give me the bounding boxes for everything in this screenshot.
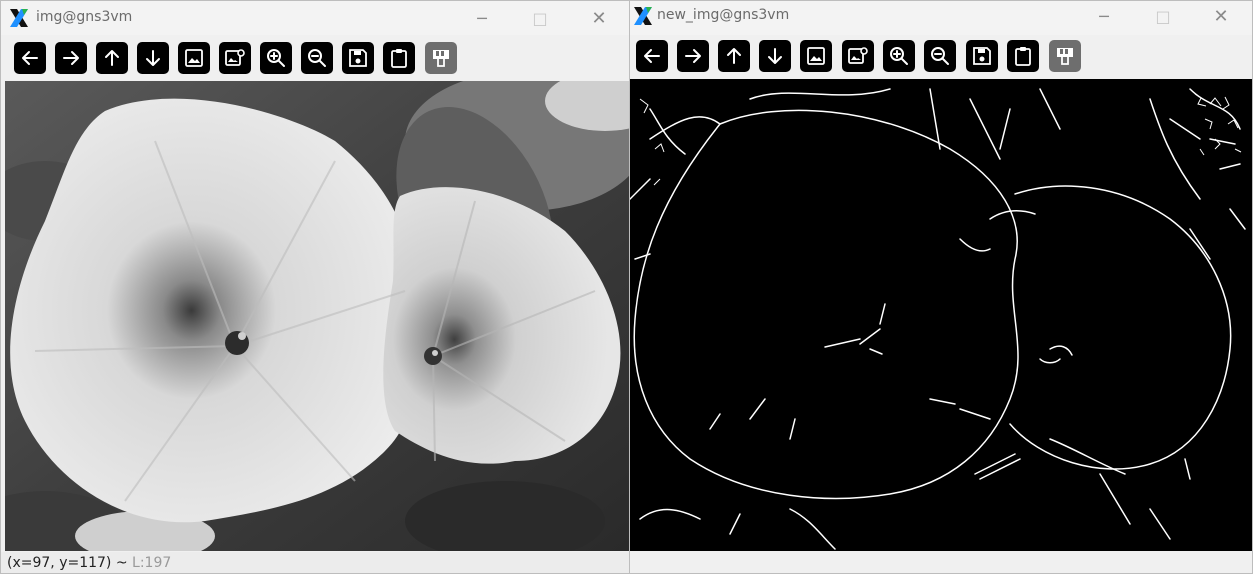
copy-clipboard-button[interactable] (1007, 40, 1039, 72)
canny-edge-image (630, 79, 1252, 551)
image-settings-icon (225, 49, 245, 66)
zoom-out-button[interactable] (924, 40, 956, 72)
arrow-up-icon (105, 50, 119, 66)
pan-right-button[interactable] (677, 40, 709, 72)
zoom-in-button[interactable] (883, 40, 915, 72)
status-bar (630, 551, 1252, 573)
arrow-right-icon (685, 49, 701, 63)
image-icon (185, 49, 203, 67)
arrow-right-icon (63, 51, 79, 65)
arrow-left-icon (644, 49, 660, 63)
arrow-down-icon (146, 50, 160, 66)
close-button[interactable]: ✕ (1199, 3, 1243, 29)
properties-button[interactable] (219, 42, 251, 74)
arrow-left-icon (22, 51, 38, 65)
minimize-button[interactable]: ─ (1082, 3, 1126, 29)
title-bar[interactable]: img@gns3vm ─ □ ✕ (1, 1, 629, 35)
fit-image-button[interactable] (178, 42, 210, 74)
window-title: img@gns3vm (36, 9, 133, 25)
zoom-out-icon (308, 49, 326, 67)
pan-up-button[interactable] (718, 40, 750, 72)
save-alt-button[interactable] (1049, 40, 1081, 72)
x-app-icon (634, 7, 652, 25)
image-window-edges: new_img@gns3vm ─ □ ✕ (629, 0, 1253, 574)
zoom-in-button[interactable] (260, 42, 292, 74)
properties-button[interactable] (842, 40, 874, 72)
minimize-button[interactable]: ─ (460, 5, 504, 31)
save-alt-icon (1057, 48, 1073, 65)
zoom-in-icon (890, 47, 908, 65)
copy-clipboard-button[interactable] (383, 42, 415, 74)
zoom-out-icon (931, 47, 949, 65)
x-app-icon (10, 9, 28, 27)
pan-left-button[interactable] (636, 40, 668, 72)
image-window-original: img@gns3vm ─ □ ✕ (x=97, y=117) ~ L:197 (0, 0, 630, 574)
arrow-up-icon (727, 48, 741, 64)
save-button[interactable] (966, 40, 998, 72)
pan-up-button[interactable] (96, 42, 128, 74)
cursor-coordinates: (x=97, y=117) ~ (7, 555, 133, 571)
title-bar[interactable]: new_img@gns3vm ─ □ ✕ (630, 1, 1252, 35)
toolbar (1, 37, 629, 79)
zoom-in-icon (267, 49, 285, 67)
zoom-out-button[interactable] (301, 42, 333, 74)
status-bar: (x=97, y=117) ~ L:197 (1, 552, 629, 573)
close-button[interactable]: ✕ (577, 5, 621, 31)
save-alt-button[interactable] (425, 42, 457, 74)
clipboard-icon (1015, 47, 1031, 66)
pan-down-button[interactable] (759, 40, 791, 72)
window-title: new_img@gns3vm (657, 7, 790, 23)
maximize-button[interactable]: □ (1141, 3, 1185, 29)
pan-left-button[interactable] (14, 42, 46, 74)
grayscale-flower-image (5, 81, 629, 551)
save-icon (349, 49, 367, 67)
image-icon (807, 47, 825, 65)
save-alt-icon (433, 50, 449, 67)
toolbar (630, 35, 1252, 77)
image-canvas-original[interactable] (5, 81, 629, 551)
pan-right-button[interactable] (55, 42, 87, 74)
maximize-button[interactable]: □ (518, 5, 562, 31)
image-canvas-edges[interactable] (630, 79, 1252, 551)
fit-image-button[interactable] (800, 40, 832, 72)
save-button[interactable] (342, 42, 374, 74)
image-settings-icon (848, 47, 868, 64)
pixel-level: L:197 (132, 555, 172, 571)
clipboard-icon (391, 49, 407, 68)
save-icon (973, 47, 991, 65)
arrow-down-icon (768, 48, 782, 64)
pan-down-button[interactable] (137, 42, 169, 74)
